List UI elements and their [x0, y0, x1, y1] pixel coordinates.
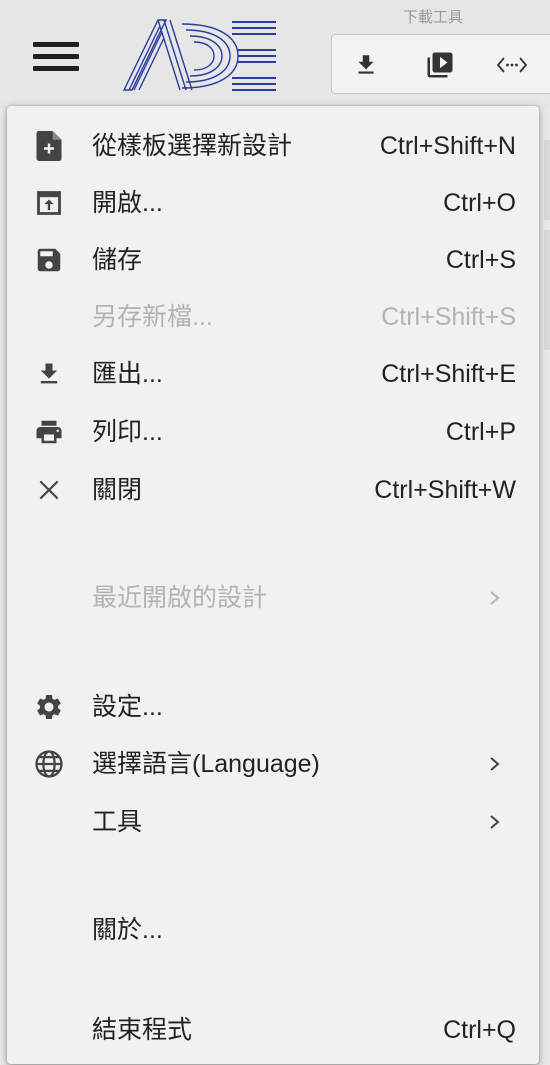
menu-item-exit[interactable]: 結束程式 Ctrl+Q	[7, 1000, 539, 1056]
menu-item-shortcut: Ctrl+Shift+S	[381, 303, 516, 331]
menu-item-save[interactable]: 儲存 Ctrl+S	[7, 230, 539, 286]
menu-item-export[interactable]: 匯出... Ctrl+Shift+E	[7, 344, 539, 400]
menu-item-shortcut: Ctrl+Shift+W	[374, 476, 516, 504]
open-icon	[33, 187, 65, 219]
menu-item-shortcut: Ctrl+S	[445, 246, 516, 274]
menu-item-label: 關閉	[92, 476, 143, 504]
menu-item-label: 關於...	[92, 916, 163, 944]
menu-item-recent-designs[interactable]: 最近開啟的設計	[7, 568, 539, 624]
close-icon	[33, 474, 65, 506]
gear-icon	[33, 691, 65, 723]
background-panel-edge	[544, 230, 550, 350]
slideshow-button[interactable]	[420, 45, 460, 85]
globe-icon	[33, 748, 65, 780]
menu-item-save-as[interactable]: 另存新檔... Ctrl+Shift+S	[7, 287, 539, 343]
menu-item-new-from-template[interactable]: 從樣板選擇新設計 Ctrl+Shift+N	[7, 116, 539, 172]
menu-item-label: 列印...	[92, 418, 163, 446]
menu-item-label: 選擇語言(Language)	[92, 750, 320, 778]
export-icon	[33, 358, 65, 390]
app-header: 下載工具	[0, 0, 550, 108]
menu-item-shortcut: Ctrl+Q	[443, 1016, 516, 1044]
main-menu: 從樣板選擇新設計 Ctrl+Shift+N 開啟... Ctrl+O 儲存 Ct…	[7, 106, 539, 1064]
menu-item-language[interactable]: 選擇語言(Language)	[7, 734, 539, 790]
chevron-right-icon	[490, 815, 500, 829]
menu-item-label: 另存新檔...	[92, 303, 213, 331]
menu-item-tools[interactable]: 工具	[7, 792, 539, 848]
menu-item-label: 最近開啟的設計	[92, 584, 268, 612]
menu-item-print[interactable]: 列印... Ctrl+P	[7, 402, 539, 458]
download-icon	[358, 55, 374, 74]
menu-item-label: 開啟...	[92, 189, 163, 217]
slideshow-icon	[427, 52, 453, 78]
menu-item-label: 從樣板選擇新設計	[92, 132, 293, 160]
chevron-right-icon	[490, 757, 500, 771]
background-panel-edge	[544, 140, 550, 220]
chevron-right-icon	[490, 591, 500, 605]
download-toolbox	[331, 34, 550, 94]
print-icon	[33, 416, 65, 448]
menu-item-shortcut: Ctrl+Shift+N	[379, 132, 516, 160]
hamburger-menu-icon[interactable]	[33, 42, 79, 72]
menu-item-label: 工具	[92, 808, 143, 836]
embed-code-icon	[496, 57, 528, 73]
menu-item-open[interactable]: 開啟... Ctrl+O	[7, 173, 539, 229]
menu-item-label: 結束程式	[92, 1016, 193, 1044]
menu-item-label: 設定...	[92, 693, 163, 721]
new-file-icon	[33, 130, 65, 162]
menu-item-shortcut: Ctrl+O	[443, 189, 516, 217]
embed-code-button[interactable]	[492, 45, 532, 85]
download-button[interactable]	[346, 45, 386, 85]
menu-item-settings[interactable]: 設定...	[7, 677, 539, 733]
menu-item-shortcut: Ctrl+Shift+E	[381, 360, 516, 388]
menu-item-close[interactable]: 關閉 Ctrl+Shift+W	[7, 460, 539, 516]
menu-item-label: 匯出...	[92, 360, 163, 388]
menu-item-about[interactable]: 關於...	[7, 900, 539, 956]
app-logo	[122, 19, 276, 91]
menu-item-label: 儲存	[92, 246, 143, 274]
save-icon	[33, 244, 65, 276]
download-tools-label: 下載工具	[403, 9, 464, 26]
menu-item-shortcut: Ctrl+P	[445, 418, 516, 446]
